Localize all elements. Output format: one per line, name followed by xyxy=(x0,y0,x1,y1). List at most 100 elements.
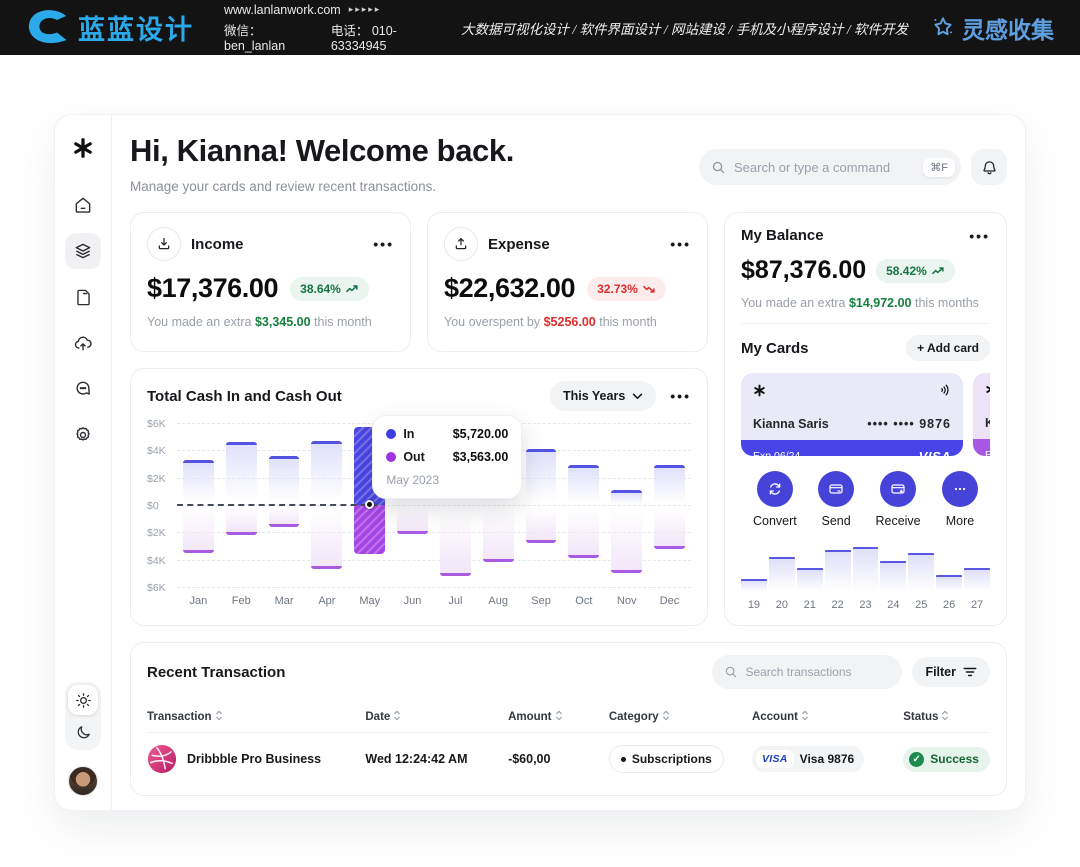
period-selector[interactable]: This Years xyxy=(550,381,656,411)
quick-actions: Convert Send Receive More xyxy=(741,471,990,528)
mini-bar xyxy=(853,547,879,592)
mini-bar xyxy=(964,568,990,592)
search-input[interactable] xyxy=(734,160,915,175)
status-badge: ✓Success xyxy=(903,747,990,772)
tooltip-period: May 2023 xyxy=(386,473,508,487)
brand-name: 蓝蓝设计 xyxy=(78,8,194,47)
card-logo-icon xyxy=(985,383,990,396)
card-holder-name: Kianna xyxy=(985,416,990,430)
credit-card-secondary[interactable]: Kianna Exp 06/2 xyxy=(973,373,990,456)
transactions-title: Recent Transaction xyxy=(147,664,285,681)
chart-column[interactable] xyxy=(648,423,691,587)
visa-logo: VISA xyxy=(756,750,794,768)
mini-bar-label: 25 xyxy=(908,599,934,611)
mini-bar-label: 22 xyxy=(825,599,851,611)
balance-note: You made an extra $14,972.00 this months xyxy=(741,296,990,310)
filter-button[interactable]: Filter xyxy=(912,657,990,687)
y-axis-tick: $6K xyxy=(147,418,166,430)
x-axis-tick: Dec xyxy=(648,595,691,607)
col-category[interactable]: Category xyxy=(609,701,752,733)
receive-button[interactable]: Receive xyxy=(875,471,920,528)
income-menu-button[interactable]: ••• xyxy=(373,236,394,252)
mini-bar-label: 27 xyxy=(964,599,990,611)
y-axis-tick: $2K xyxy=(147,527,166,539)
cash-out-bar xyxy=(483,505,514,562)
cash-in-bar xyxy=(269,456,300,505)
theme-toggle xyxy=(65,682,101,750)
sidebar-item-cloud[interactable] xyxy=(65,325,101,361)
dark-mode-button[interactable] xyxy=(68,717,98,747)
expense-title: Expense xyxy=(488,236,550,253)
filter-icon xyxy=(963,666,977,678)
credit-card[interactable]: Kianna Saris •••• •••• 9876 Exp 06/24 VI… xyxy=(741,373,963,456)
chart-menu-button[interactable]: ••• xyxy=(670,388,691,404)
col-amount[interactable]: Amount xyxy=(508,701,609,733)
col-account[interactable]: Account xyxy=(752,701,903,733)
sort-icon xyxy=(393,710,401,721)
cashflow-plot: $6K$4K$2K$0$2K$4K$6K In$5,720.00 Out$3,5… xyxy=(147,423,691,587)
mini-bar xyxy=(880,561,906,592)
convert-button[interactable]: Convert xyxy=(753,471,797,528)
cash-out-bar xyxy=(354,505,385,554)
expense-menu-button[interactable]: ••• xyxy=(670,236,691,252)
cash-out-bar xyxy=(183,505,214,553)
sidebar xyxy=(55,115,112,810)
more-dots-icon xyxy=(952,481,968,497)
x-axis-tick: Jan xyxy=(177,595,220,607)
cash-out-bar xyxy=(311,505,342,569)
cash-out-bar xyxy=(568,505,599,558)
convert-icon xyxy=(767,481,783,497)
chart-title: Total Cash In and Cash Out xyxy=(147,388,342,405)
global-search[interactable]: ⌘F xyxy=(699,149,961,185)
cash-in-bar xyxy=(311,441,342,505)
recent-transactions-card: Recent Transaction Filter xyxy=(130,642,1007,796)
transaction-date: Wed 12:24:42 AM xyxy=(365,733,508,788)
expense-icon xyxy=(444,227,478,261)
visa-logo: VISA xyxy=(919,449,951,457)
mini-bar xyxy=(741,579,767,592)
expense-amount: $22,632.00 xyxy=(444,273,575,304)
sidebar-item-dashboard[interactable] xyxy=(65,233,101,269)
my-cards-title: My Cards xyxy=(741,340,809,357)
col-status[interactable]: Status xyxy=(903,701,990,733)
chart-column[interactable] xyxy=(562,423,605,587)
in-series-dot xyxy=(386,429,396,439)
card-number-masked: •••• •••• 9876 xyxy=(867,417,951,431)
promo-banner: 蓝蓝设计 www.lanlanwork.com ▸▸▸▸▸ 微信： ben_la… xyxy=(0,0,1080,55)
x-axis-tick: Sep xyxy=(520,595,563,607)
light-mode-button[interactable] xyxy=(68,685,98,715)
mini-bar xyxy=(825,550,851,592)
col-transaction[interactable]: Transaction xyxy=(147,701,365,733)
chart-column[interactable] xyxy=(605,423,648,587)
sort-icon xyxy=(801,710,809,721)
income-note: You made an extra $3,345.00 this month xyxy=(147,315,394,329)
brand-logo: 蓝蓝设计 xyxy=(26,8,194,47)
x-axis-tick: Jul xyxy=(434,595,477,607)
chart-column[interactable] xyxy=(520,423,563,587)
notifications-button[interactable] xyxy=(971,149,1007,185)
cash-in-bar xyxy=(654,465,685,505)
more-button[interactable]: More xyxy=(942,471,978,528)
cards-carousel[interactable]: Kianna Saris •••• •••• 9876 Exp 06/24 VI… xyxy=(741,373,990,456)
balance-menu-button[interactable]: ••• xyxy=(969,228,990,244)
table-row[interactable]: Dribbble Pro Business Wed 12:24:42 AM -$… xyxy=(147,733,990,788)
transactions-search-input[interactable] xyxy=(745,665,890,679)
send-button[interactable]: Send xyxy=(818,471,854,528)
out-series-dot xyxy=(386,452,396,462)
cashflow-chart-card: Total Cash In and Cash Out This Years ••… xyxy=(130,368,708,626)
sidebar-item-messages[interactable] xyxy=(65,371,101,407)
cash-out-bar xyxy=(526,505,557,543)
income-amount: $17,376.00 xyxy=(147,273,278,304)
moon-icon xyxy=(75,724,92,741)
col-date[interactable]: Date xyxy=(365,701,508,733)
income-card: Income ••• $17,376.00 38.64% You made an… xyxy=(130,212,411,352)
sidebar-item-home[interactable] xyxy=(65,187,101,223)
user-avatar[interactable] xyxy=(68,766,98,796)
add-card-button[interactable]: + Add card xyxy=(906,335,990,361)
sidebar-item-settings[interactable] xyxy=(65,417,101,453)
transactions-search[interactable] xyxy=(712,655,902,689)
trend-up-icon xyxy=(346,284,359,294)
sidebar-item-documents[interactable] xyxy=(65,279,101,315)
file-icon xyxy=(74,288,93,307)
banner-phone: 电话： 010-63334945 xyxy=(331,20,439,53)
